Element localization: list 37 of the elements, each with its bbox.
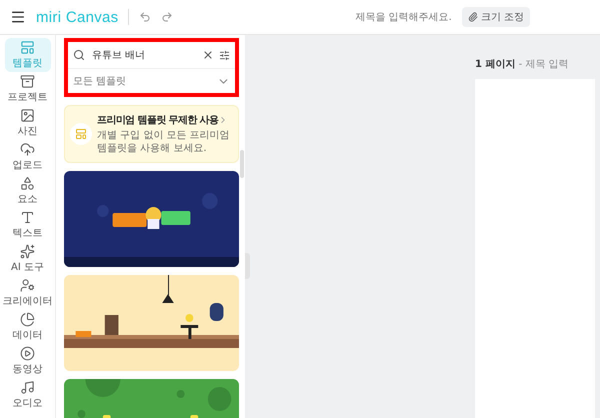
play-icon: [20, 346, 35, 361]
filter-icon[interactable]: [219, 50, 230, 60]
search-icon: [73, 49, 85, 61]
resize-button[interactable]: 크기 조정: [462, 7, 530, 27]
music-icon: [20, 380, 35, 395]
redo-icon[interactable]: [161, 11, 174, 23]
promo-title: 프리미엄 템플릿 무제한 사용: [97, 113, 233, 127]
person-gear-icon: [20, 278, 35, 293]
template-icon: [75, 128, 87, 140]
sidebar-item[interactable]: 업로드: [4, 140, 50, 174]
text-icon: [20, 210, 35, 225]
sidebar-item[interactable]: 오디오: [4, 378, 50, 412]
image-icon: [20, 108, 35, 123]
promo-card[interactable]: 프리미엄 템플릿 무제한 사용 개별 구입 없이 모든 프리미엄 템플릿을 사용해 보세요.: [64, 105, 239, 163]
sparkles-icon: [20, 244, 35, 259]
menu-icon[interactable]: [10, 9, 26, 25]
close-icon[interactable]: [202, 49, 214, 61]
paperclip-icon: [468, 12, 478, 22]
promo-text: 개별 구입 없이 모든 프리미엄 템플릿을 사용해 보세요.: [97, 129, 231, 155]
sidebar-item[interactable]: 크리에이터: [4, 276, 50, 310]
sidebar-item[interactable]: AI 도구: [4, 242, 50, 276]
archive-icon: [20, 74, 35, 89]
cloud-upload-icon: [20, 142, 35, 157]
template-icon: [20, 40, 35, 55]
sidebar-item[interactable]: 프로젝트: [4, 72, 50, 106]
sidebar-item[interactable]: 사진: [4, 106, 50, 140]
pie-chart-icon: [20, 312, 35, 327]
collapse-handle[interactable]: [245, 253, 250, 279]
sidebar-item[interactable]: 데이터: [4, 310, 50, 344]
sidebar-item[interactable]: 텍스트: [4, 208, 50, 242]
logo: miri Canvas: [36, 8, 118, 26]
title-field[interactable]: 제목을 입력해주세요.: [355, 10, 452, 24]
sidebar-item[interactable]: 요소: [4, 174, 50, 208]
page-label: 1 페이지 - 제목 입력: [475, 58, 570, 71]
sidebar-item[interactable]: 동영상: [4, 344, 50, 378]
undo-icon[interactable]: [139, 11, 152, 23]
shapes-icon: [20, 176, 35, 191]
